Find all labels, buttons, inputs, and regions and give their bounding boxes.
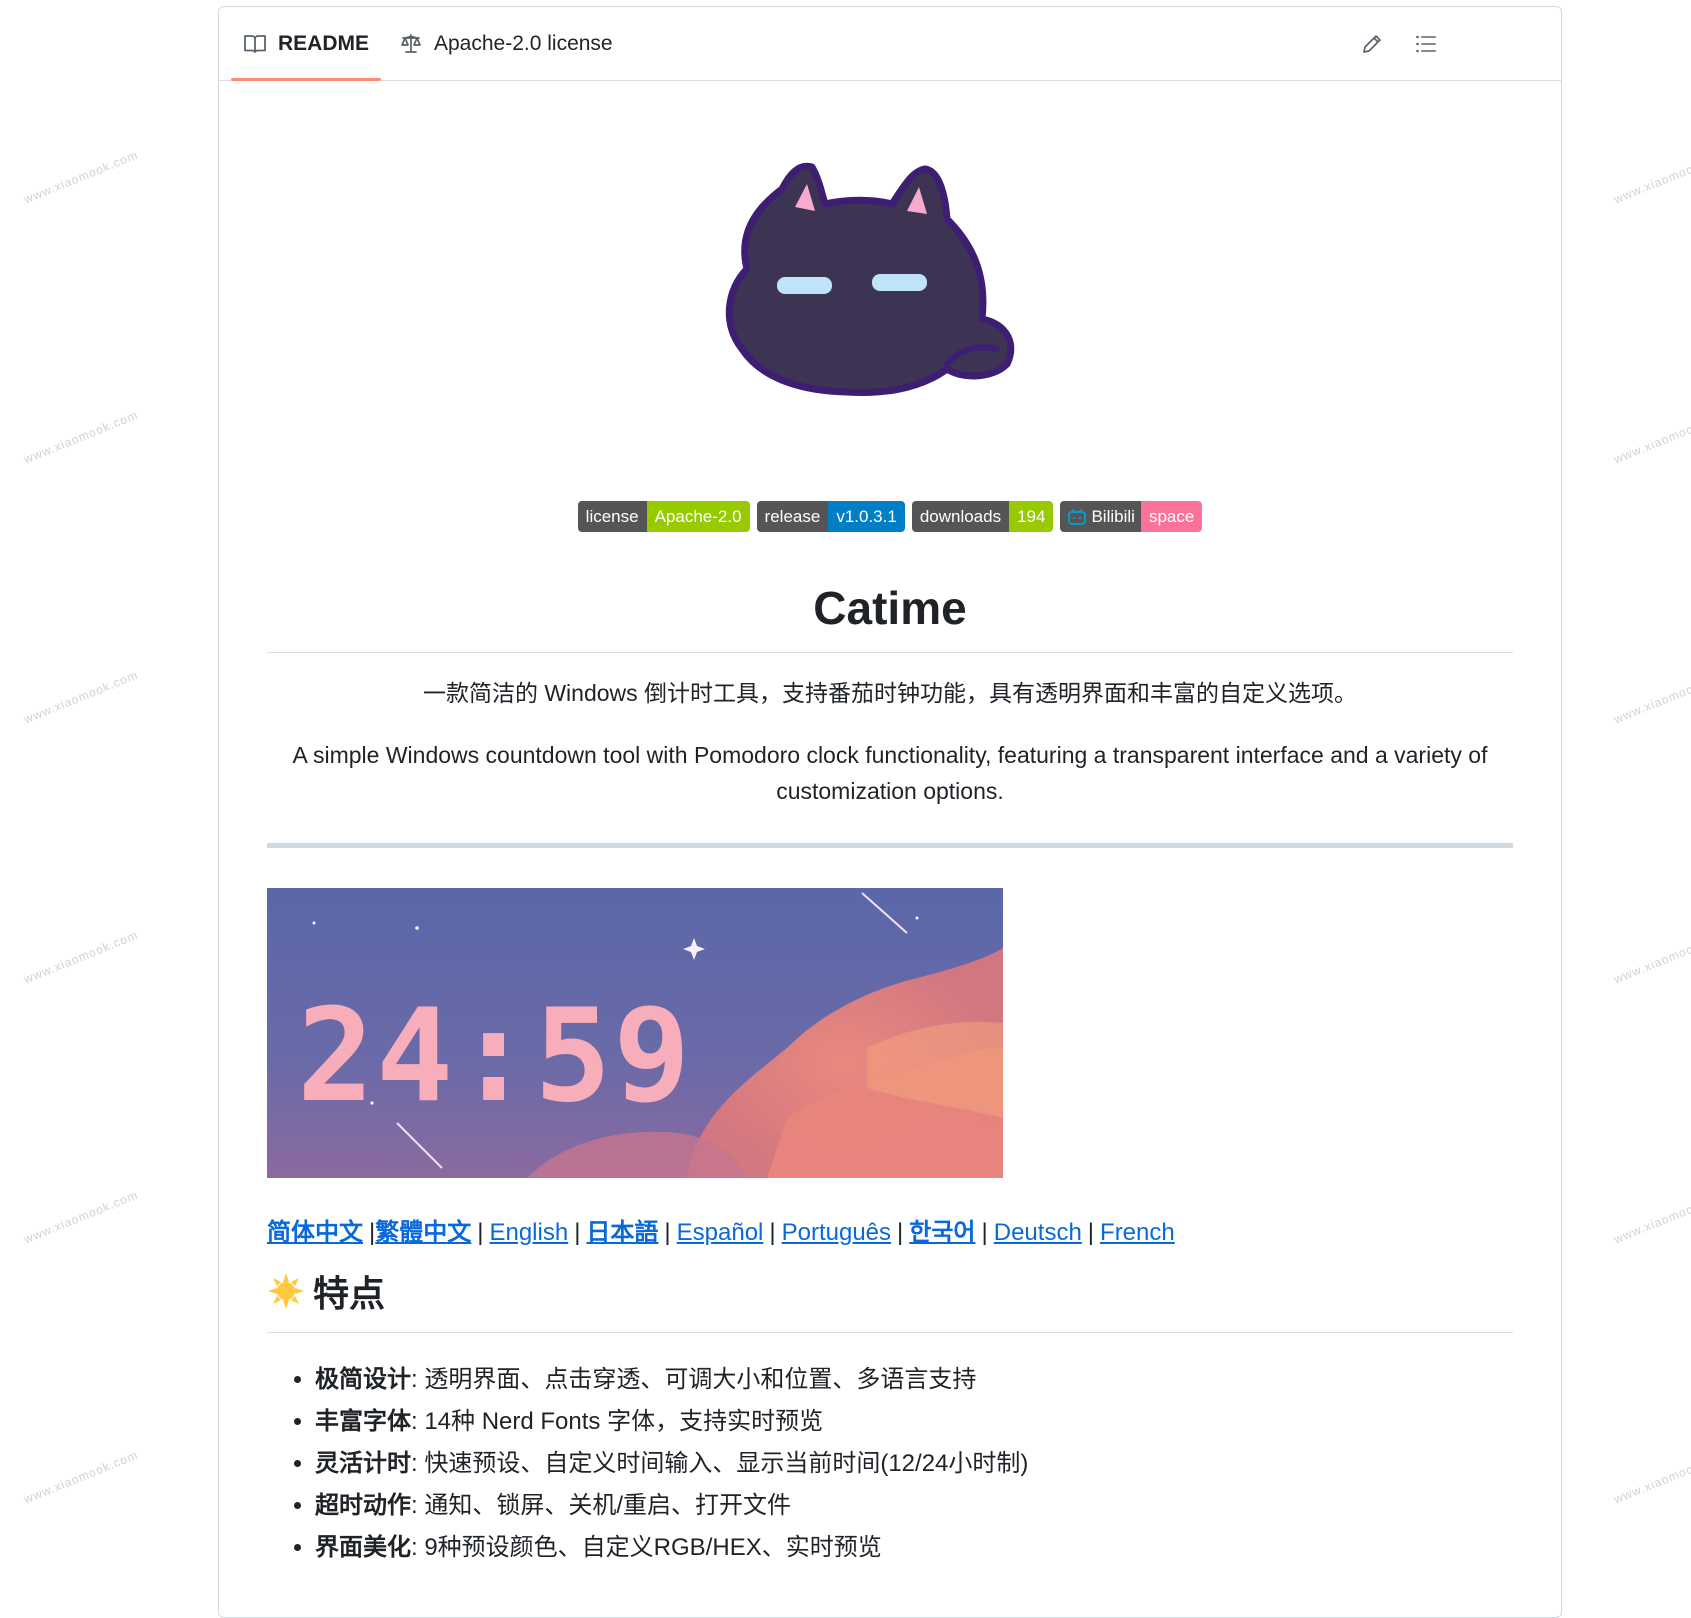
app-screenshot: 24:59 <box>267 888 1003 1178</box>
badge-downloads[interactable]: downloads 194 <box>911 501 1054 532</box>
badge-label: downloads <box>911 501 1010 532</box>
feature-text: : 通知、锁屏、关机/重启、打开文件 <box>411 1492 792 1519</box>
feature-text: : 14种 Nerd Fonts 字体，支持实时预览 <box>411 1408 824 1435</box>
badge-release[interactable]: release v1.0.3.1 <box>756 501 905 532</box>
language-link-8[interactable]: French <box>1100 1219 1175 1246</box>
features-list: 极简设计: 透明界面、点击穿透、可调大小和位置、多语言支持丰富字体: 14种 N… <box>267 1359 1028 1569</box>
description-cn: 一款简洁的 Windows 倒计时工具，支持番茄时钟功能，具有透明界面和丰富的自… <box>422 680 1358 706</box>
separator: | <box>477 1219 484 1246</box>
badge-value: v1.0.3.1 <box>828 501 905 532</box>
feature-item: 丰富字体: 14种 Nerd Fonts 字体，支持实时预览 <box>315 1401 1028 1443</box>
badge-row: license Apache-2.0 release v1.0.3.1 download… <box>267 501 1513 532</box>
tab-readme-label: README <box>278 31 370 55</box>
heading-divider <box>267 1332 1513 1333</box>
badge-bilibili[interactable]: Bilibili space <box>1060 501 1203 532</box>
language-link-6[interactable]: 한국어 <box>909 1219 975 1246</box>
pencil-icon <box>1363 35 1381 53</box>
book-icon <box>244 34 266 53</box>
badge-value: Apache-2.0 <box>646 501 750 532</box>
badge-label-wrap: Bilibili <box>1060 501 1141 532</box>
separator: | <box>897 1219 904 1246</box>
section-divider <box>267 843 1513 848</box>
language-link-1[interactable]: 繁體中文 <box>375 1219 471 1246</box>
tab-license-label: Apache-2.0 license <box>434 31 613 55</box>
watermark-text: www.xiaomook.com <box>21 147 141 207</box>
outline-button[interactable] <box>1411 29 1441 59</box>
features-heading-label: 特点 <box>313 1273 386 1314</box>
catime-cat-logo <box>725 162 1015 397</box>
feature-name: 界面美化 <box>315 1534 411 1561</box>
language-link-7[interactable]: Deutsch <box>994 1219 1082 1246</box>
feature-name: 丰富字体 <box>315 1408 411 1435</box>
badge-license[interactable]: license Apache-2.0 <box>577 501 750 532</box>
separator: | <box>574 1219 581 1246</box>
watermark-text: www.xiaomook.com <box>1611 1187 1691 1247</box>
feature-name: 极简设计 <box>315 1366 411 1393</box>
watermark-text: www.xiaomook.com <box>1611 407 1691 467</box>
feature-text: : 快速预设、自定义时间输入、显示当前时间(12/24小时制) <box>411 1450 1029 1477</box>
feature-text: : 9种预设颜色、自定义RGB/HEX、实时预览 <box>411 1534 882 1561</box>
description-en: A simple Windows countdown tool with Pom… <box>292 742 1488 804</box>
feature-item: 超时动作: 通知、锁屏、关机/重启、打开文件 <box>315 1485 1028 1527</box>
watermark-text: www.xiaomook.com <box>1611 1447 1691 1507</box>
feature-item: 界面美化: 9种预设颜色、自定义RGB/HEX、实时预览 <box>315 1527 1028 1569</box>
sun-emoji-icon <box>268 1273 304 1309</box>
badge-value: space <box>1140 501 1203 532</box>
features-heading: 特点 <box>267 1265 385 1317</box>
title-divider <box>267 652 1513 653</box>
law-scale-icon <box>401 33 421 53</box>
feature-item: 灵活计时: 快速预设、自定义时间输入、显示当前时间(12/24小时制) <box>315 1443 1028 1485</box>
list-unordered-icon <box>1416 35 1436 53</box>
feature-name: 灵活计时 <box>315 1450 411 1477</box>
watermark-text: www.xiaomook.com <box>21 407 141 467</box>
feature-item: 极简设计: 透明界面、点击穿透、可调大小和位置、多语言支持 <box>315 1359 1028 1401</box>
separator: | <box>769 1219 776 1246</box>
badge-value: 194 <box>1009 501 1054 532</box>
watermark-text: www.xiaomook.com <box>1611 927 1691 987</box>
language-link-3[interactable]: 日本語 <box>586 1219 658 1246</box>
watermark-text: www.xiaomook.com <box>21 667 141 727</box>
watermark-text: www.xiaomook.com <box>1611 147 1691 207</box>
tab-license[interactable]: Apache-2.0 license <box>399 7 613 80</box>
watermark-text: www.xiaomook.com <box>21 927 141 987</box>
language-link-5[interactable]: Português <box>782 1219 891 1246</box>
feature-text: : 透明界面、点击穿透、可调大小和位置、多语言支持 <box>411 1366 977 1393</box>
badge-label: license <box>577 501 647 532</box>
feature-name: 超时动作 <box>315 1492 411 1519</box>
active-tab-underline <box>231 78 382 81</box>
language-links: 简体中文 |繁體中文 | English | 日本語 | Español | Português |… <box>267 1212 1175 1247</box>
page-title: Catime <box>813 582 967 634</box>
language-link-2[interactable]: English <box>489 1219 568 1246</box>
separator: | <box>981 1219 988 1246</box>
separator: | <box>664 1219 671 1246</box>
screenshot-time: 24:59 <box>297 982 692 1131</box>
language-link-4[interactable]: Español <box>677 1219 764 1246</box>
watermark-text: www.xiaomook.com <box>21 1447 141 1507</box>
screenshot-image: 24:59 <box>267 888 1003 1178</box>
watermark-text: www.xiaomook.com <box>1611 667 1691 727</box>
edit-button[interactable] <box>1357 29 1387 59</box>
watermark-text: www.xiaomook.com <box>21 1187 141 1247</box>
readme-panel: README Apache-2.0 license license Apache-… <box>218 6 1562 1618</box>
badge-label: Bilibili <box>1091 506 1135 527</box>
bilibili-icon <box>1068 508 1087 525</box>
language-link-0[interactable]: 简体中文 <box>267 1219 363 1246</box>
badge-label: release <box>756 501 829 532</box>
separator: | <box>1087 1219 1095 1246</box>
tab-readme[interactable]: README <box>231 7 382 81</box>
readme-tabbar: README Apache-2.0 license <box>219 7 1561 81</box>
